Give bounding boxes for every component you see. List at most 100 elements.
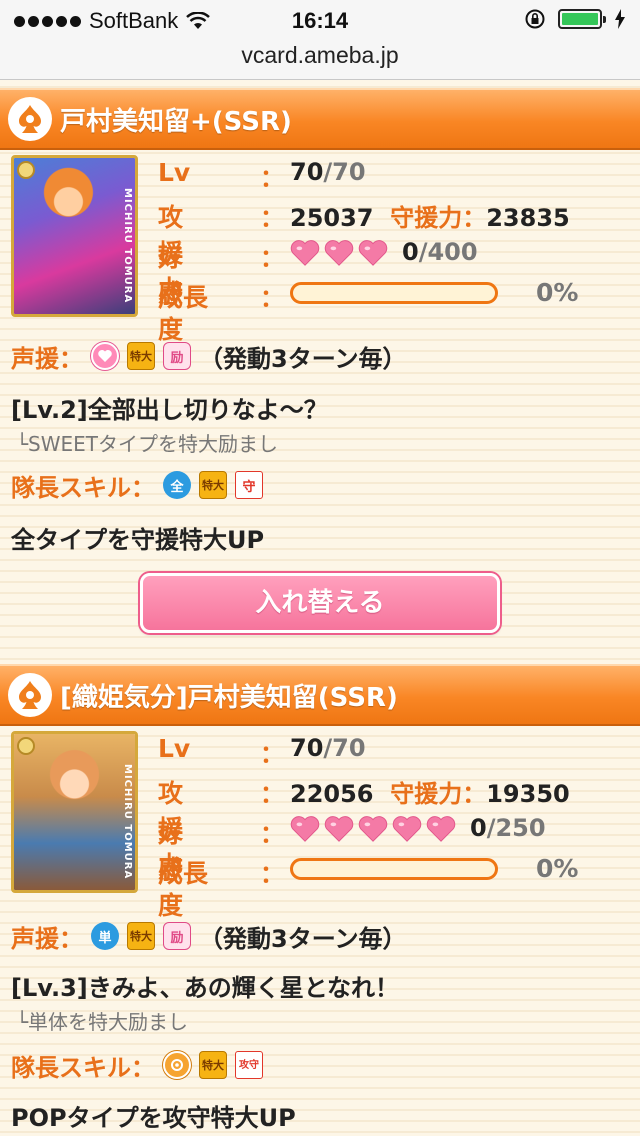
url-text: vcard.ameba.jp — [241, 42, 399, 68]
hearts — [290, 814, 456, 844]
defense-label: 守援力 — [390, 204, 463, 232]
voice-skill-header: 声援： 単 特大 励 （発動3ターン毎） — [11, 917, 407, 955]
special-large-icon: 特大 — [127, 342, 155, 370]
growth-label: 成長 — [158, 283, 209, 312]
heart-icon — [392, 816, 422, 842]
attack-char: 攻 — [239, 1059, 249, 1071]
trigger-text: （発動3ターン毎） — [199, 924, 407, 953]
colon: ： — [462, 780, 487, 808]
colon: ： — [260, 820, 284, 848]
hearts — [290, 238, 388, 268]
card-art — [14, 158, 135, 314]
guard-icon: 守 — [235, 471, 263, 499]
leader-skill-label: 隊長スキル： — [11, 473, 155, 502]
card-vertical-name: MICHIRU TOMURA — [122, 188, 133, 304]
special-large-icon: 特大 — [199, 471, 227, 499]
card-image[interactable]: MICHIRU TOMURA — [11, 155, 138, 317]
battery-icon — [558, 9, 606, 29]
affection-current: 0 — [470, 814, 487, 842]
voice-skill-icons: 特大 励 — [91, 342, 191, 370]
card-vertical-name: MICHIRU TOMURA — [122, 764, 133, 880]
growth-percent: 0% — [536, 278, 579, 307]
leader-skill-icons: 特大 攻守 — [163, 1051, 263, 1079]
address-bar[interactable]: vcard.ameba.jp — [0, 42, 640, 80]
voice-skill-desc: └SWEETタイプを特大励まし — [16, 432, 279, 456]
colon: ： — [260, 740, 284, 768]
power-values: 25037 守援力：23835 — [290, 198, 570, 233]
spade-icon — [8, 97, 52, 141]
colon: ： — [260, 164, 284, 192]
colon: ： — [260, 204, 284, 232]
growth-row: 成長 ： 0% — [158, 854, 618, 894]
rarity-badge — [17, 737, 35, 755]
affection-max: /250 — [486, 814, 546, 842]
card-header: 戸村美知留+(SSR) — [0, 88, 640, 150]
colon: ： — [260, 244, 284, 272]
sweet-type-icon — [91, 342, 119, 370]
single-target-icon: 単 — [91, 922, 119, 950]
attack-defense-icon: 攻守 — [235, 1051, 263, 1079]
colon: ： — [260, 860, 284, 888]
heart-icon — [324, 816, 354, 842]
leader-skill-desc: POPタイプを攻守特大UP — [11, 1104, 296, 1132]
affection-max: /400 — [418, 238, 478, 266]
colon: ： — [462, 204, 487, 232]
heart-icon — [358, 816, 388, 842]
heart-icon — [358, 240, 388, 266]
attack-value: 25037 — [290, 204, 374, 232]
growth-percent: 0% — [536, 854, 579, 883]
leader-skill-desc: 全タイプを守援特大UP — [11, 526, 265, 554]
special-large-icon: 特大 — [127, 922, 155, 950]
level-label: Lv — [158, 158, 191, 187]
growth-bar — [290, 282, 498, 304]
spade-icon — [8, 673, 52, 717]
defense-label: 守援力 — [390, 780, 463, 808]
level-value: 70/70 — [290, 158, 366, 186]
level-current: 70 — [290, 158, 324, 186]
defense-value: 19350 — [486, 780, 570, 808]
trigger-text: （発動3ターン毎） — [199, 344, 407, 373]
leader-skill-icons: 全 特大 守 — [163, 471, 263, 499]
leader-skill-label: 隊長スキル： — [11, 1053, 155, 1082]
leader-skill-header: 隊長スキル： 全 特大 守 — [11, 466, 271, 504]
level-max: /70 — [323, 158, 366, 186]
voice-skill-label: 声援： — [11, 924, 83, 953]
voice-skill-name: [Lv.2]全部出し切りなよ〜？ — [11, 396, 328, 424]
heart-icon — [290, 816, 320, 842]
card-header: [織姫気分]戸村美知留(SSR) — [0, 664, 640, 726]
heart-icon — [324, 240, 354, 266]
rarity-badge — [17, 161, 35, 179]
pop-type-icon — [163, 1051, 191, 1079]
affection-value: 0/250 — [290, 814, 546, 844]
swap-button[interactable]: 入れ替える — [140, 573, 500, 633]
growth-bar — [290, 858, 498, 880]
heart-icon — [426, 816, 456, 842]
defense-char: 守 — [249, 1059, 259, 1071]
voice-skill-label: 声援： — [11, 344, 83, 373]
affection-value: 0/400 — [290, 238, 478, 268]
voice-skill-name: [Lv.3]きみよ、あの輝く星となれ！ — [11, 974, 400, 1002]
all-type-icon: 全 — [163, 471, 191, 499]
level-label: Lv — [158, 734, 191, 763]
voice-skill-desc: └単体を特大励まし — [16, 1010, 189, 1034]
growth-label: 成長 — [158, 859, 209, 888]
heart-icon — [290, 240, 320, 266]
status-right — [524, 8, 626, 30]
level-max: /70 — [323, 734, 366, 762]
charging-icon — [615, 9, 625, 29]
card-image[interactable]: MICHIRU TOMURA — [11, 731, 138, 893]
cheer-icon: 励 — [163, 922, 191, 950]
cheer-icon: 励 — [163, 342, 191, 370]
special-large-icon: 特大 — [199, 1051, 227, 1079]
level-value: 70/70 — [290, 734, 366, 762]
attack-value: 22056 — [290, 780, 374, 808]
status-bar: SoftBank 16:14 — [0, 0, 640, 42]
colon: ： — [260, 780, 284, 808]
voice-skill-header: 声援： 特大 励 （発動3ターン毎） — [11, 337, 407, 375]
card-title: 戸村美知留+(SSR) — [60, 106, 292, 137]
power-values: 22056 守援力：19350 — [290, 774, 570, 809]
rotation-lock-icon — [525, 9, 545, 29]
colon: ： — [260, 284, 284, 312]
voice-skill-icons: 単 特大 励 — [91, 922, 191, 950]
card-title: [織姫気分]戸村美知留(SSR) — [60, 682, 398, 713]
